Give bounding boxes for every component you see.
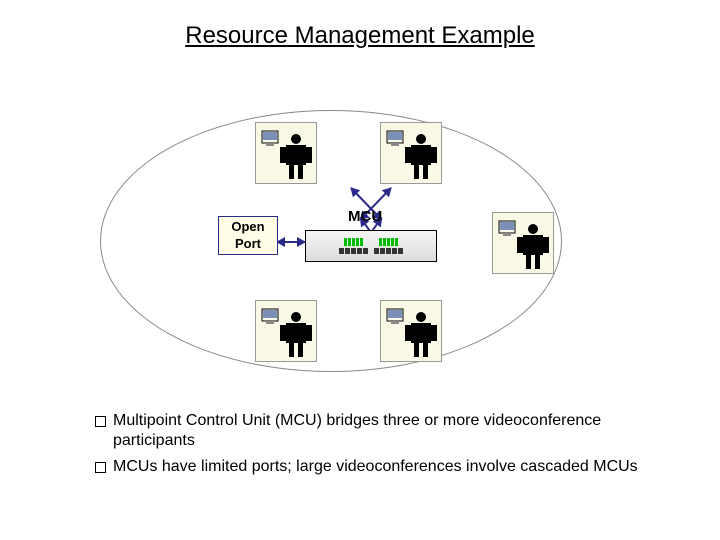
- bullet-item: MCUs have limited ports; large videoconf…: [95, 457, 680, 477]
- endpoint-top-right: [380, 122, 442, 184]
- open-port-line1: Open: [219, 218, 277, 235]
- endpoint-top-left: [255, 122, 317, 184]
- endpoint-bottom-left: [255, 300, 317, 362]
- network-diagram: MCU Open Port: [100, 110, 560, 370]
- endpoint-bottom-right: [380, 300, 442, 362]
- mcu-port-icon: [374, 248, 403, 254]
- slide: Resource Management Example MCU: [0, 0, 720, 540]
- open-port-line2: Port: [219, 235, 277, 252]
- mcu-device: [305, 230, 437, 262]
- bullet-item: Multipoint Control Unit (MCU) bridges th…: [95, 411, 680, 451]
- mcu-led-icon: [344, 238, 363, 246]
- mcu-led-icon: [379, 238, 398, 246]
- slide-title: Resource Management Example: [0, 22, 720, 50]
- endpoint-right: [492, 212, 554, 274]
- mcu-link-arrow: [277, 241, 305, 243]
- mcu-port-icon: [339, 248, 368, 254]
- bullet-list: Multipoint Control Unit (MCU) bridges th…: [55, 411, 680, 483]
- mcu-label: MCU: [348, 208, 382, 225]
- open-port-label: Open Port: [218, 216, 278, 255]
